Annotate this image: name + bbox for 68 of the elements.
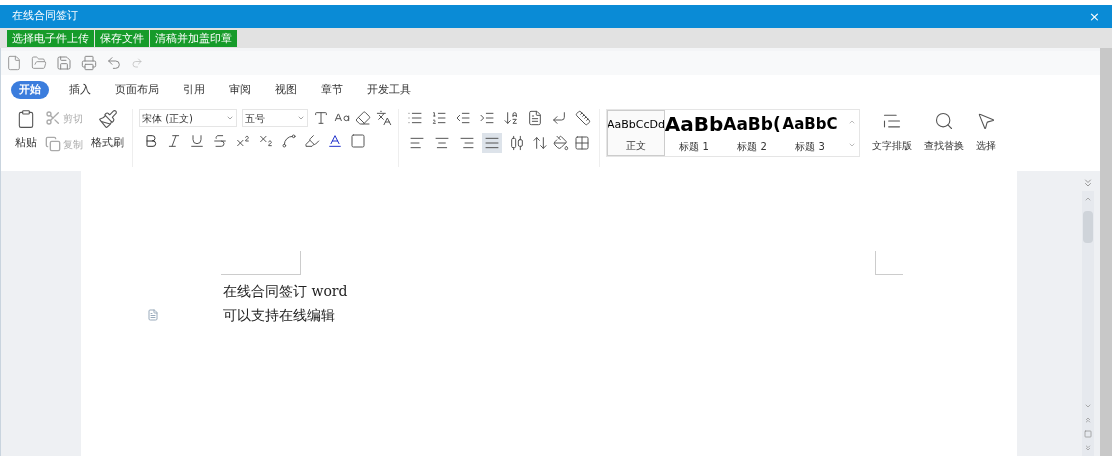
italic-icon[interactable] (166, 133, 182, 149)
outdent-icon[interactable] (455, 110, 471, 126)
style-item[interactable]: AaBb( 标题 2 (723, 110, 781, 156)
ribbon-tab[interactable]: 引用 (173, 81, 215, 99)
action-button[interactable]: 保存文件 (95, 29, 149, 47)
paintbrush-icon (97, 109, 118, 129)
close-button[interactable]: × (1089, 10, 1100, 23)
document-text: 可以支持在线编辑 (223, 306, 336, 325)
font-color-icon[interactable] (327, 133, 343, 149)
sort-icon[interactable] (503, 110, 519, 126)
highlighter-icon[interactable] (304, 133, 320, 149)
font-size-field[interactable]: 五号 (242, 109, 308, 127)
ruler-icon[interactable] (575, 110, 591, 126)
align-icon (434, 135, 450, 151)
style-item[interactable]: AaBbC 标题 3 (781, 110, 839, 156)
window-title: 在线合同签订 (12, 8, 78, 25)
superscript-icon[interactable] (235, 133, 251, 149)
phonetic-guide-icon[interactable] (376, 110, 392, 126)
ribbon-tab[interactable]: 开始 (11, 81, 49, 99)
align-icon (459, 135, 475, 151)
action-button[interactable]: 选择电子件上传 (7, 29, 94, 47)
ribbon-tab[interactable]: 章节 (311, 81, 353, 99)
ribbon-tab[interactable]: 审阅 (219, 81, 261, 99)
strikethrough-icon[interactable] (212, 133, 228, 149)
indent-icon[interactable] (479, 110, 495, 126)
find-tool-icon (934, 111, 954, 131)
tool-button[interactable]: 查找替换 (920, 109, 968, 153)
eraser-icon[interactable] (355, 110, 371, 126)
style-item[interactable]: AaBbCcDd 正文 (607, 110, 665, 156)
margin-corner-mark (875, 251, 903, 275)
align-icon (509, 135, 525, 151)
scrollbar-thumb[interactable] (1083, 211, 1093, 243)
bullet-list-icon[interactable] (407, 110, 423, 126)
align-icon (409, 135, 425, 151)
character-border-icon[interactable] (350, 133, 366, 149)
font-name-field[interactable]: 宋体 (正文) (139, 109, 237, 127)
underline-icon[interactable] (189, 133, 205, 149)
clipboard-icon (16, 109, 36, 129)
shading-icon[interactable] (553, 135, 569, 151)
ribbon-tab[interactable]: 视图 (265, 81, 307, 99)
align-icon (484, 135, 500, 151)
style-item[interactable]: AaBb 标题 1 (665, 110, 723, 156)
borders-icon[interactable] (574, 135, 590, 151)
caret-icon (297, 114, 305, 122)
caret-icon (226, 114, 234, 122)
paste-button[interactable]: 粘贴 (15, 109, 37, 167)
scissors-icon (45, 110, 61, 126)
line-break-icon[interactable] (551, 110, 567, 126)
document-text: 在线合同签订 word (223, 282, 349, 301)
ribbon-tab[interactable]: 开发工具 (357, 81, 421, 99)
undo-icon[interactable] (106, 55, 122, 71)
align-button[interactable] (482, 133, 502, 153)
line-spacing-icon[interactable] (532, 135, 548, 151)
scrollbar[interactable] (1082, 191, 1094, 456)
save-icon[interactable] (56, 55, 72, 71)
select-tool-icon (976, 111, 996, 131)
tool-button[interactable]: 文字排版 (868, 109, 916, 153)
ribbon-tab[interactable]: 页面布局 (105, 81, 169, 99)
tool-button[interactable]: 选择 (972, 109, 1000, 153)
format-painter-button[interactable]: 格式刷 (91, 109, 124, 167)
printer-icon[interactable] (81, 55, 97, 71)
action-button[interactable]: 清稿并加盖印章 (150, 29, 237, 47)
collapse-icon[interactable] (1082, 177, 1094, 189)
ribbon-tab[interactable]: 插入 (59, 81, 101, 99)
numbered-list-icon[interactable] (431, 110, 447, 126)
copy-icon (45, 136, 61, 152)
bold-icon[interactable] (143, 133, 159, 149)
subscript-icon[interactable] (258, 133, 274, 149)
